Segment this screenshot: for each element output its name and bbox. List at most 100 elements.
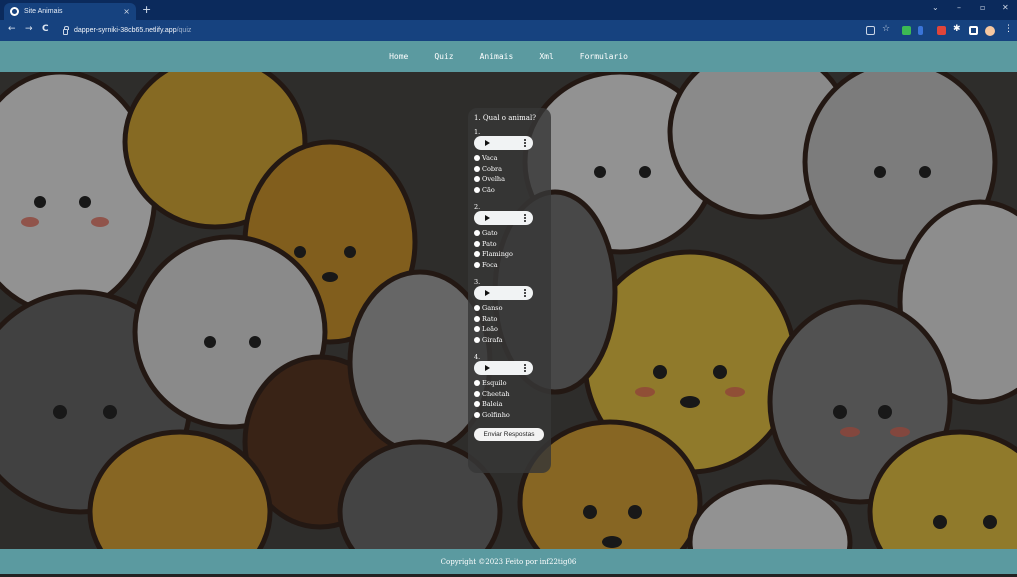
play-icon[interactable] <box>485 365 490 371</box>
option-girafa[interactable]: Girafa <box>474 335 545 346</box>
option-label: Foca <box>482 260 498 269</box>
radio-button[interactable] <box>474 401 480 408</box>
option-label: Leão <box>482 325 498 333</box>
play-icon[interactable] <box>485 290 490 296</box>
option-label: Rato <box>482 314 498 323</box>
radio-button[interactable] <box>474 176 480 183</box>
reload-button[interactable]: C <box>42 25 49 34</box>
more-options-icon[interactable] <box>524 364 526 372</box>
question-3: 3. Ganso Rato Leão Girafa <box>474 278 545 345</box>
submit-answers-button[interactable]: Enviar Respostas <box>474 428 544 441</box>
quiz-title: 1. Qual o animal? <box>474 114 536 122</box>
forward-button[interactable]: → <box>25 25 33 34</box>
option-label: Cheetah <box>482 389 510 398</box>
globe-icon <box>10 7 19 16</box>
question-number: 2. <box>474 203 481 211</box>
radio-button[interactable] <box>474 390 480 397</box>
option-label: Ganso <box>482 304 503 312</box>
option-cheetah[interactable]: Cheetah <box>474 389 545 400</box>
option-label: Flamingo <box>482 250 513 258</box>
sidepanel-icon[interactable] <box>969 26 978 35</box>
option-ovelha[interactable]: Ovelha <box>474 174 545 185</box>
option-esquilo[interactable]: Esquilo <box>474 378 545 389</box>
option-golfinho[interactable]: Golfinho <box>474 410 545 421</box>
chevron-down-icon[interactable]: ⌄ <box>932 4 939 12</box>
option-label: Baleia <box>482 400 503 408</box>
radio-button[interactable] <box>474 165 480 172</box>
minimize-button[interactable]: – <box>957 4 961 12</box>
option-label: Golfinho <box>482 410 510 419</box>
browser-toolbar: ← → C dapper-syrniki-38cb65.netlify.app … <box>0 20 1017 41</box>
address-bar[interactable]: dapper-syrniki-38cb65.netlify.app /quiz <box>57 23 857 38</box>
option-foca[interactable]: Foca <box>474 260 545 271</box>
option-baleia[interactable]: Baleia <box>474 399 545 410</box>
audio-player[interactable] <box>474 136 533 150</box>
question-number: 1. <box>474 128 481 136</box>
question-number: 3. <box>474 278 481 286</box>
option-gato[interactable]: Gato <box>474 228 545 239</box>
option-pato[interactable]: Pato <box>474 239 545 250</box>
star-icon[interactable]: ☆ <box>882 24 891 34</box>
option-label: Cobra <box>482 164 503 173</box>
url-path: /quiz <box>176 27 192 34</box>
avatar[interactable] <box>985 26 995 36</box>
site-footer: Copyright ©2023 Feito por inf22tig06 <box>0 549 1017 574</box>
option-vaca[interactable]: Vaca <box>474 153 545 164</box>
menu-kebab-icon[interactable]: ⋮ <box>1004 24 1013 34</box>
option-label: Girafa <box>482 335 503 344</box>
more-options-icon[interactable] <box>524 139 526 147</box>
radio-button[interactable] <box>474 261 480 268</box>
dog-pattern-background: 1. Qual o animal? 1. Vaca Cobra Ovelha C… <box>0 72 1017 549</box>
close-window-button[interactable]: ✕ <box>1002 4 1009 12</box>
audio-player[interactable] <box>474 286 533 300</box>
question-1: 1. Vaca Cobra Ovelha Cão <box>474 128 545 195</box>
radio-button[interactable] <box>474 315 480 322</box>
radio-button[interactable] <box>474 336 480 343</box>
extension-blue-icon[interactable] <box>918 26 923 35</box>
option-cao[interactable]: Cão <box>474 185 545 196</box>
nav-formulario[interactable]: Formulario <box>580 52 628 61</box>
back-button[interactable]: ← <box>8 25 16 34</box>
quiz-form: 1. Qual o animal? 1. Vaca Cobra Ovelha C… <box>468 108 551 473</box>
radio-button[interactable] <box>474 411 480 418</box>
option-label: Vaca <box>482 154 498 162</box>
radio-button[interactable] <box>474 186 480 193</box>
browser-tab[interactable]: Site Animais × <box>4 3 136 20</box>
option-ganso[interactable]: Ganso <box>474 303 545 314</box>
radio-button[interactable] <box>474 230 480 237</box>
share-icon[interactable] <box>866 26 875 35</box>
play-icon[interactable] <box>485 215 490 221</box>
new-tab-button[interactable]: + <box>142 4 151 15</box>
copyright-text: Copyright ©2023 Feito por inf22tig06 <box>440 557 577 566</box>
audio-player[interactable] <box>474 361 533 375</box>
question-2: 2. Gato Pato Flamingo Foca <box>474 203 545 270</box>
option-label: Esquilo <box>482 379 507 387</box>
restore-button[interactable]: ▫ <box>980 4 985 12</box>
radio-button[interactable] <box>474 240 480 247</box>
site-nav: Home Quiz Animais Xml Formulario <box>0 41 1017 72</box>
nav-xml[interactable]: Xml <box>539 52 553 61</box>
more-options-icon[interactable] <box>524 214 526 222</box>
extension-green-icon[interactable] <box>902 26 911 35</box>
radio-button[interactable] <box>474 326 480 333</box>
puzzle-icon[interactable]: ✱ <box>953 24 962 34</box>
extension-red-icon[interactable] <box>937 26 946 35</box>
nav-animais[interactable]: Animais <box>480 52 514 61</box>
option-flamingo[interactable]: Flamingo <box>474 249 545 260</box>
url-host: dapper-syrniki-38cb65.netlify.app <box>74 27 177 34</box>
tab-close-icon[interactable]: × <box>123 7 130 16</box>
radio-button[interactable] <box>474 251 480 258</box>
option-leao[interactable]: Leão <box>474 324 545 335</box>
radio-button[interactable] <box>474 305 480 312</box>
nav-quiz[interactable]: Quiz <box>434 52 453 61</box>
nav-home[interactable]: Home <box>389 52 408 61</box>
play-icon[interactable] <box>485 140 490 146</box>
radio-button[interactable] <box>474 380 480 387</box>
radio-button[interactable] <box>474 155 480 162</box>
option-rato[interactable]: Rato <box>474 314 545 325</box>
option-cobra[interactable]: Cobra <box>474 164 545 175</box>
option-label: Cão <box>482 185 495 194</box>
question-number: 4. <box>474 353 481 361</box>
more-options-icon[interactable] <box>524 289 526 297</box>
audio-player[interactable] <box>474 211 533 225</box>
